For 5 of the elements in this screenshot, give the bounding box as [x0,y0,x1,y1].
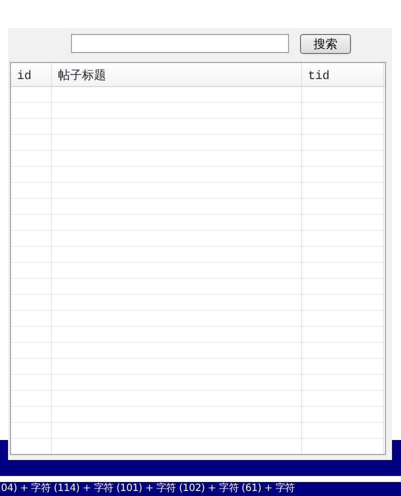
column-header[interactable]: tid [302,63,384,86]
search-button[interactable]: 搜索 [300,34,351,54]
column-header[interactable]: id [11,63,52,86]
search-field[interactable] [71,34,289,53]
column-header[interactable]: 帖子标题 [52,63,302,86]
